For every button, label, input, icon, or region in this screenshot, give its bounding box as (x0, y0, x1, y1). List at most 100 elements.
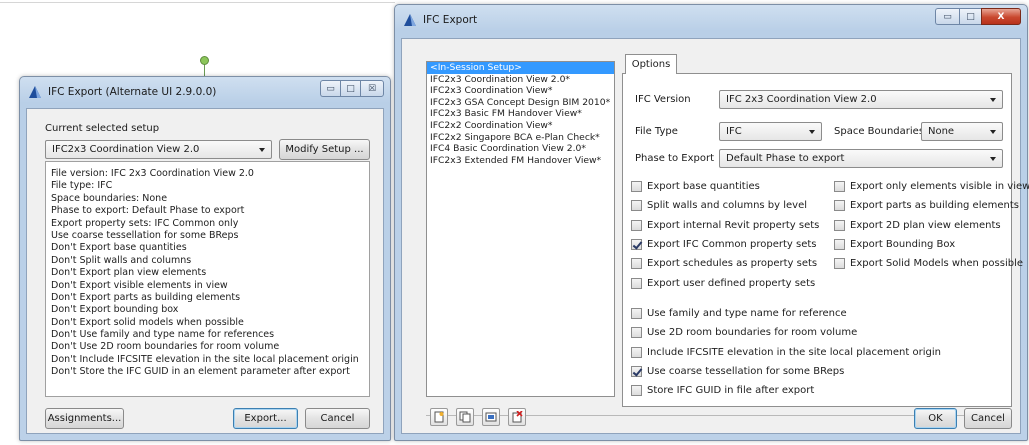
setup-combo[interactable]: IFC2x3 Coordination View 2.0 (45, 140, 272, 159)
ok-button[interactable]: OK (914, 408, 957, 429)
option-checkbox-row[interactable]: Use coarse tessellation for some BReps (631, 365, 845, 377)
chevron-down-icon (990, 130, 996, 134)
checkbox[interactable] (631, 346, 642, 358)
summary-line: Space boundaries: None (51, 192, 168, 204)
summary-line: Don't Store the IFC GUID in an element p… (51, 366, 350, 378)
summary-line: Don't Export parts as building elements (51, 291, 241, 303)
summary-line: Don't Split walls and columns (51, 254, 192, 266)
checkbox-label: Use coarse tessellation for some BReps (647, 365, 845, 377)
option-checkbox-row[interactable]: Include IFCSITE elevation in the site lo… (631, 346, 941, 358)
revit-app-icon (404, 14, 416, 26)
checkbox[interactable] (631, 365, 642, 377)
option-checkbox-row[interactable]: Store IFC GUID in file after export (631, 385, 814, 397)
ifc-export-window: IFC Export ▭ □ X <In-Session Setup> IFC2x… (394, 4, 1029, 441)
rename-setup-icon (485, 412, 497, 422)
summary-line: Don't Export bounding box (51, 304, 179, 316)
close-button[interactable]: X (981, 8, 1021, 25)
duplicate-setup-button[interactable] (456, 408, 474, 426)
maximize-button[interactable]: □ (340, 80, 360, 97)
export-button[interactable]: Export... (233, 408, 298, 429)
setup-list-item[interactable]: IFC2x3 Coordination View 2.0* (427, 74, 614, 86)
option-checkbox-row[interactable]: Export parts as building elements (834, 200, 1020, 212)
summary-line: File type: IFC (51, 180, 113, 192)
option-checkbox-row[interactable]: Export Solid Models when possible (834, 258, 1023, 270)
caption-buttons: ▭ □ X (935, 8, 1021, 25)
option-checkbox-row[interactable]: Export schedules as property sets (631, 258, 818, 270)
delete-setup-button[interactable] (508, 408, 526, 426)
minimize-button[interactable]: ▭ (935, 8, 959, 25)
rotation-handle[interactable] (200, 56, 209, 65)
option-checkbox-row[interactable]: Split walls and columns by level (631, 200, 808, 212)
chevron-down-icon (990, 98, 996, 102)
option-checkbox-row[interactable]: Export base quantities (631, 181, 760, 192)
setup-list-item[interactable]: IFC2x3 Basic FM Handover View* (427, 108, 614, 120)
close-icon: X (997, 11, 1005, 22)
checkbox[interactable] (834, 238, 845, 250)
setup-list-item[interactable]: IFC2x2 Coordination View* (427, 120, 614, 132)
option-checkbox-row[interactable]: Export internal Revit property sets (631, 219, 819, 231)
checkbox[interactable] (631, 200, 642, 212)
left-client-area: Current selected setup IFC2x3 Coordinati… (26, 108, 384, 434)
close-button[interactable]: ☒ (360, 80, 384, 97)
assignments-button[interactable]: Assignments... (45, 408, 124, 429)
setup-list-item[interactable]: IFC2x3 Coordination View* (427, 85, 614, 97)
checkbox[interactable] (631, 308, 642, 319)
setup-list-item[interactable]: IFC2x2 Singapore BCA e-Plan Check* (427, 132, 614, 144)
space-boundaries-combo[interactable]: None (921, 122, 1003, 141)
setup-list-item[interactable]: <In-Session Setup> (427, 62, 614, 74)
setup-list-item[interactable]: IFC2x3 GSA Concept Design BIM 2010* (427, 97, 614, 109)
checkbox-label: Include IFCSITE elevation in the site lo… (647, 346, 941, 358)
option-checkbox-row[interactable]: Use family and type name for reference (631, 308, 847, 319)
option-checkbox-row[interactable]: Export only elements visible in view (834, 181, 1029, 192)
checkbox[interactable] (834, 219, 845, 231)
checkbox[interactable] (631, 258, 642, 270)
current-setup-label: Current selected setup (45, 123, 160, 134)
modify-setup-button[interactable]: Modify Setup ... (279, 139, 370, 160)
title-bar[interactable]: IFC Export (395, 5, 1027, 35)
file-type-label: File Type (635, 126, 678, 137)
new-setup-button[interactable] (430, 408, 448, 426)
cancel-button[interactable]: Cancel (964, 408, 1012, 429)
setup-combo-value: IFC2x3 Coordination View 2.0 (52, 144, 200, 155)
checkbox[interactable] (631, 385, 642, 397)
checkbox[interactable] (631, 327, 642, 339)
checkbox-label: Export schedules as property sets (647, 258, 818, 270)
checkbox[interactable] (631, 277, 642, 289)
tab-options[interactable]: Options (625, 54, 677, 74)
option-checkbox-row[interactable]: Export 2D plan view elements (834, 219, 1001, 231)
option-checkbox-row[interactable]: Use 2D room boundaries for room volume (631, 327, 857, 339)
phase-combo[interactable]: Default Phase to export (719, 149, 1003, 168)
setup-list-item[interactable]: IFC4 Basic Coordination View 2.0* (427, 143, 614, 155)
file-type-combo[interactable]: IFC (719, 122, 822, 141)
option-checkbox-row[interactable]: Export IFC Common property sets (631, 238, 817, 250)
ifc-version-combo[interactable]: IFC 2x3 Coordination View 2.0 (719, 90, 1003, 109)
cancel-button[interactable]: Cancel (305, 408, 370, 429)
checkbox[interactable] (834, 200, 845, 212)
summary-line: Export property sets: IFC Common only (51, 217, 239, 229)
checkbox-label: Export IFC Common property sets (647, 238, 817, 250)
summary-line: File version: IFC 2x3 Coordination View … (51, 168, 254, 179)
caption-buttons: ▭ □ ☒ (320, 80, 384, 97)
option-checkbox-row[interactable]: Export Bounding Box (834, 238, 955, 250)
summary-line: Don't Include IFCSITE elevation in the s… (51, 353, 359, 365)
checkbox-label: Split walls and columns by level (647, 200, 808, 212)
background-rule (0, 2, 395, 3)
setup-summary-box[interactable]: File version: IFC 2x3 Coordination View … (45, 161, 370, 397)
checkbox[interactable] (834, 258, 845, 270)
new-setup-icon (434, 411, 444, 423)
checkbox-label: Export parts as building elements (850, 200, 1020, 212)
option-checkbox-row[interactable]: Export user defined property sets (631, 277, 815, 289)
setup-list[interactable]: <In-Session Setup> IFC2x3 Coordination Vi… (426, 61, 615, 397)
rename-setup-button[interactable] (482, 408, 500, 426)
checkbox[interactable] (631, 219, 642, 231)
checkbox-label: Export 2D plan view elements (850, 219, 1001, 231)
maximize-button[interactable]: □ (959, 8, 981, 25)
window-title: IFC Export (423, 14, 478, 26)
setup-list-item[interactable]: IFC2x3 Extended FM Handover View* (427, 155, 614, 167)
checkbox[interactable] (631, 238, 642, 250)
checkbox[interactable] (631, 181, 642, 192)
checkbox[interactable] (834, 181, 845, 192)
duplicate-setup-icon (459, 411, 471, 423)
window-title: IFC Export (Alternate UI 2.9.0.0) (48, 86, 217, 98)
minimize-button[interactable]: ▭ (320, 80, 340, 97)
